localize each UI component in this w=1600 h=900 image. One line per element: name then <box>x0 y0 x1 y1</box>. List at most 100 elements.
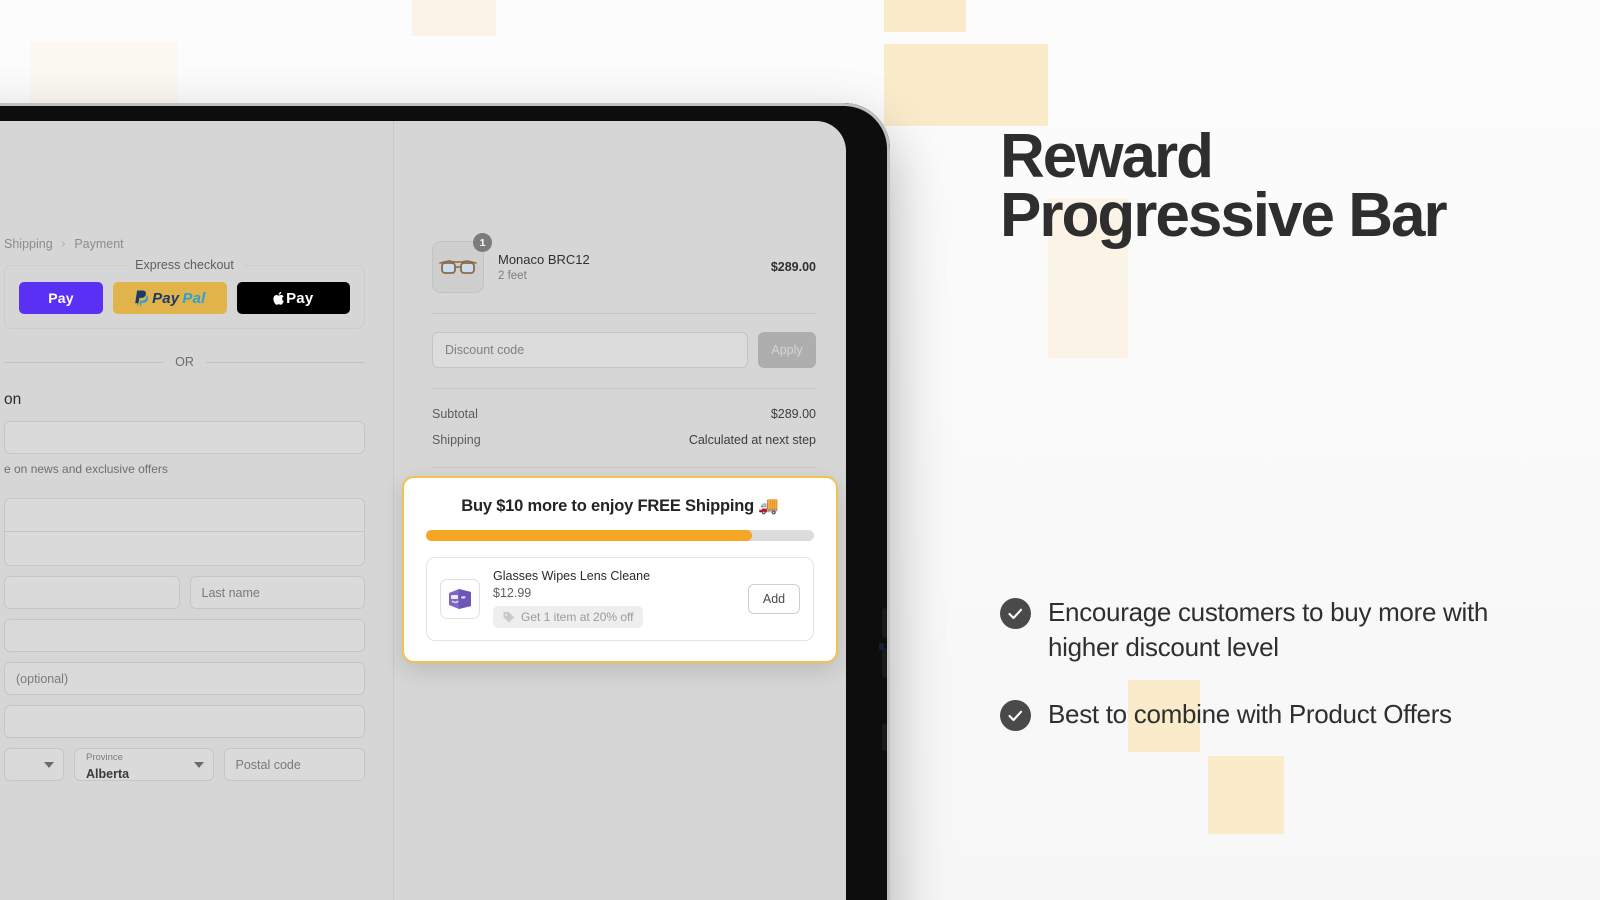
apple-logo-icon <box>273 291 284 305</box>
express-checkout-title: Express checkout <box>125 258 244 272</box>
apply-discount-button[interactable]: Apply <box>758 332 816 368</box>
paypal-label-pal: Pal <box>182 289 206 307</box>
reward-progress-card: Buy $10 more to enjoy FREE Shipping 🚚 Gl… <box>402 476 838 663</box>
shipping-value: Calculated at next step <box>688 433 816 447</box>
postal-code-placeholder: Postal code <box>235 757 301 772</box>
offer-price: $12.99 <box>493 586 532 600</box>
apple-pay-button[interactable]: Pay <box>236 282 350 314</box>
add-label: Add <box>762 591 786 606</box>
reward-title: Buy $10 more to enjoy FREE Shipping 🚚 <box>461 497 779 515</box>
province-label: Province <box>86 751 123 763</box>
offer-thumbnail <box>440 578 480 619</box>
order-summary-panel: 1 Monaco BRC12 2 feet $289.00 Discount c… <box>394 121 846 900</box>
benefits-list: Encourage customers to buy more with hig… <box>1000 595 1520 764</box>
power-button[interactable] <box>882 723 888 751</box>
shop-pay-button[interactable]: Pay <box>19 282 104 314</box>
breadcrumb: Shipping › Payment <box>4 237 365 251</box>
check-circle-icon <box>1000 598 1031 629</box>
last-name-placeholder: Last name <box>201 585 260 600</box>
tablet-device: Shipping › Payment Express checkout Pay <box>0 103 890 900</box>
paypal-icon <box>135 290 149 307</box>
offer-item: Glasses Wipes Lens Cleane $12.99 Get 1 i… <box>426 557 814 641</box>
express-checkout-section: Express checkout Pay Pay Pal Pay <box>4 258 365 329</box>
first-name-field[interactable] <box>4 576 180 609</box>
progress-bar-track <box>426 530 814 541</box>
speaker-indicator <box>879 643 884 650</box>
province-select[interactable]: Province Alberta <box>74 748 214 781</box>
check-circle-icon <box>1000 700 1031 732</box>
breadcrumb-shipping[interactable]: Shipping <box>4 237 53 251</box>
breadcrumb-payment[interactable]: Payment <box>74 237 123 251</box>
page-title: Reward Progressive Bar <box>1000 126 1540 247</box>
product-name: Monaco BRC12 <box>498 252 590 267</box>
tablet-screen: Shipping › Payment Express checkout Pay <box>0 121 846 900</box>
discount-placeholder: Discount code <box>445 343 525 357</box>
offer-badge-label: Get 1 item at 20% off <box>521 610 634 624</box>
list-item: Encourage customers to buy more with hig… <box>1000 595 1520 665</box>
page-root: Shipping › Payment Express checkout Pay <box>0 0 1600 900</box>
last-name-field[interactable]: Last name <box>189 576 365 609</box>
headline-line-2: Progressive Bar <box>1000 180 1448 250</box>
company-field[interactable] <box>5 532 364 565</box>
or-label: OR <box>175 355 194 369</box>
shipping-label: Shipping <box>432 433 481 447</box>
newsletter-hint: e on news and exclusive offers <box>4 462 168 476</box>
tag-icon <box>503 611 515 623</box>
deco-square <box>102 42 178 108</box>
province-value: Alberta <box>86 766 130 781</box>
chevron-down-icon <box>193 761 204 768</box>
progress-bar-fill <box>426 530 752 541</box>
apply-label: Apply <box>771 343 803 357</box>
city-field[interactable] <box>4 705 365 738</box>
volume-up-button[interactable] <box>882 608 888 638</box>
shipping-row: Shipping Calculated at next step <box>432 433 816 447</box>
email-field[interactable] <box>4 421 365 454</box>
apartment-field[interactable]: (optional) <box>4 662 365 695</box>
benefit-text: Encourage customers to buy more with hig… <box>1048 597 1489 663</box>
offer-name: Glasses Wipes Lens Cleane <box>493 569 651 583</box>
deco-square <box>884 0 966 32</box>
shop-pay-label: Pay <box>48 290 74 306</box>
deco-square <box>884 44 966 126</box>
apple-pay-label: Pay <box>286 289 314 307</box>
subtotal-label: Subtotal <box>432 407 478 421</box>
divider <box>432 313 816 314</box>
checkout-form-panel: Shipping › Payment Express checkout Pay <box>0 121 394 900</box>
marketing-panel: Reward Progressive Bar Encourage custome… <box>1000 0 1600 900</box>
divider-line-left <box>4 361 164 363</box>
region-row: Province Alberta Postal code <box>4 748 365 781</box>
or-divider: OR <box>4 355 365 369</box>
deco-square <box>412 0 496 36</box>
divider-line-right <box>205 361 365 363</box>
benefit-text: Best to combine with Product Offers <box>1048 699 1452 730</box>
discount-row: Discount code Apply <box>432 332 816 368</box>
address-group <box>4 498 365 566</box>
paypal-button[interactable]: Pay Pal <box>113 282 227 314</box>
postal-code-field[interactable]: Postal code <box>223 748 365 781</box>
cart-line-item: 1 Monaco BRC12 2 feet $289.00 <box>432 233 816 293</box>
chevron-down-icon <box>44 761 54 768</box>
deco-square <box>30 42 102 108</box>
product-price: $289.00 <box>770 260 816 274</box>
country-field[interactable] <box>5 499 364 532</box>
offer-discount-badge: Get 1 item at 20% off <box>493 606 643 628</box>
add-offer-button[interactable]: Add <box>748 583 800 614</box>
glasses-icon <box>439 260 477 274</box>
name-row: Last name <box>4 576 365 619</box>
subtotal-row: Subtotal $289.00 <box>432 407 816 421</box>
volume-down-button[interactable] <box>882 648 888 678</box>
discount-code-input[interactable]: Discount code <box>432 332 748 368</box>
contact-section-title: on <box>4 391 22 408</box>
lens-wipes-box-icon <box>449 588 471 609</box>
address-field[interactable] <box>4 619 365 652</box>
subtotal-value: $289.00 <box>770 407 816 421</box>
chevron-right-icon: › <box>61 238 66 250</box>
list-item: Best to combine with Product Offers <box>1000 697 1520 732</box>
country-select[interactable] <box>4 748 64 781</box>
quantity-badge: 1 <box>473 233 492 252</box>
divider <box>432 467 816 468</box>
paypal-label-pay: Pay <box>152 289 180 307</box>
apartment-placeholder: (optional) <box>16 671 69 686</box>
product-variant: 2 feet <box>498 270 527 282</box>
divider <box>432 388 816 389</box>
